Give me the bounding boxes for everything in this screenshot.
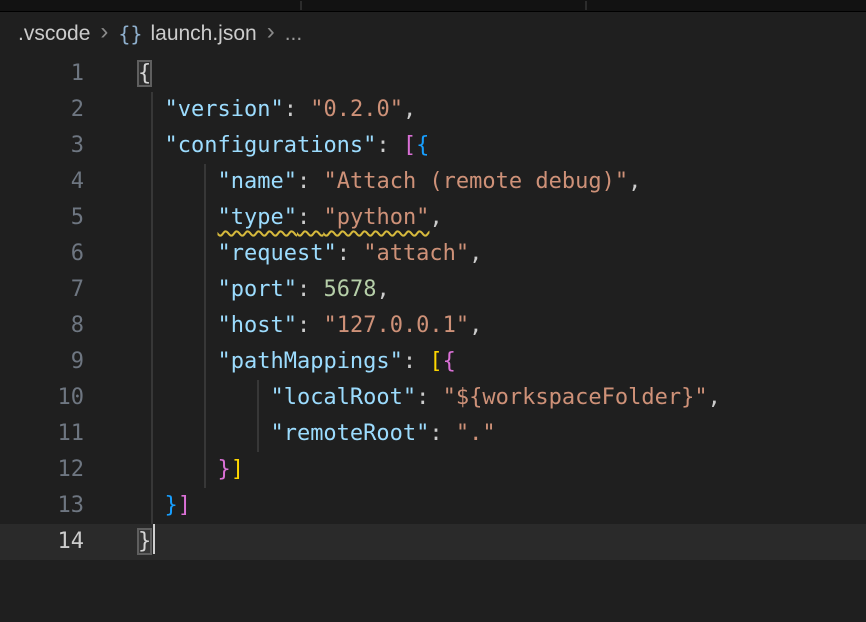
code-line[interactable]: } — [138, 524, 866, 560]
line-number[interactable]: 4 — [0, 164, 110, 200]
editor[interactable]: 1234567891011121314 { "version": "0.2.0"… — [0, 56, 866, 622]
code-token: "name" — [217, 169, 296, 194]
code-token: "version" — [165, 97, 284, 122]
line-number[interactable]: 11 — [0, 416, 110, 452]
code-token: [ — [403, 133, 416, 158]
code-line[interactable]: "host": "127.0.0.1", — [138, 308, 866, 344]
gutter[interactable]: 1234567891011121314 — [0, 56, 110, 560]
line-number[interactable]: 1 — [0, 56, 110, 92]
code-token: : — [297, 205, 324, 230]
code-token: : — [376, 133, 403, 158]
line-number[interactable]: 2 — [0, 92, 110, 128]
code-line[interactable]: "localRoot": "${workspaceFolder}", — [138, 380, 866, 416]
code-token: 5678 — [323, 277, 376, 302]
code-token: "Attach (remote debug)" — [323, 169, 628, 194]
code-token: : — [337, 241, 364, 266]
code-token: , — [403, 97, 416, 122]
code-line[interactable]: "configurations": [{ — [138, 128, 866, 164]
code-token: "attach" — [363, 241, 469, 266]
line-number[interactable]: 6 — [0, 236, 110, 272]
tab-bar-strip — [0, 0, 866, 12]
code-line[interactable]: "version": "0.2.0", — [138, 92, 866, 128]
code-token: ] — [178, 493, 191, 518]
code-token: "host" — [217, 313, 296, 338]
tab-separator — [585, 1, 587, 10]
code-token: , — [628, 169, 641, 194]
code-token: "." — [456, 421, 496, 446]
code-token: "127.0.0.1" — [323, 313, 469, 338]
line-number[interactable]: 14 — [0, 524, 110, 560]
line-number[interactable]: 13 — [0, 488, 110, 524]
code-column[interactable]: { "version": "0.2.0", "configurations": … — [138, 56, 866, 560]
code-token: } — [217, 457, 230, 482]
code-token: { — [416, 133, 429, 158]
code-line[interactable]: "type": "python", — [138, 200, 866, 236]
tab-separator — [300, 1, 302, 10]
chevron-right-icon: › — [265, 20, 277, 44]
code-token: , — [708, 385, 721, 410]
line-number[interactable]: 12 — [0, 452, 110, 488]
code-token: "localRoot" — [270, 385, 416, 410]
code-token: [ — [429, 349, 442, 374]
code-line[interactable]: "name": "Attach (remote debug)", — [138, 164, 866, 200]
code-token: : — [284, 97, 311, 122]
code-token: : — [416, 385, 443, 410]
line-number[interactable]: 3 — [0, 128, 110, 164]
code-token: { — [443, 349, 456, 374]
code-token: : — [297, 169, 324, 194]
breadcrumb-folder[interactable]: .vscode — [18, 22, 90, 46]
code-line[interactable]: "request": "attach", — [138, 236, 866, 272]
line-number[interactable]: 7 — [0, 272, 110, 308]
line-number[interactable]: 8 — [0, 308, 110, 344]
json-braces-icon: {} — [118, 22, 142, 46]
code-token: "type" — [217, 205, 296, 230]
code-line[interactable]: }] — [138, 488, 866, 524]
code-line[interactable]: { — [138, 56, 866, 92]
code-line[interactable]: "pathMappings": [{ — [138, 344, 866, 380]
code-token: , — [469, 241, 482, 266]
code-token: : — [429, 421, 456, 446]
code-token: : — [297, 313, 324, 338]
line-number[interactable]: 10 — [0, 380, 110, 416]
code-token: , — [469, 313, 482, 338]
code-token: "remoteRoot" — [270, 421, 429, 446]
text-cursor — [153, 524, 155, 554]
chevron-right-icon: › — [98, 20, 110, 44]
line-number[interactable]: 9 — [0, 344, 110, 380]
code-token: "request" — [217, 241, 336, 266]
code-token: "0.2.0" — [310, 97, 403, 122]
code-token: { — [138, 61, 151, 86]
code-token: "python" — [323, 205, 429, 230]
warning-squiggle: "type": "python" — [217, 205, 429, 230]
code-line[interactable]: "port": 5678, — [138, 272, 866, 308]
code-token: "port" — [217, 277, 296, 302]
code-token: : — [403, 349, 430, 374]
code-token: , — [429, 205, 442, 230]
breadcrumb-file[interactable]: launch.json — [150, 22, 256, 46]
breadcrumb-symbol-ellipsis[interactable]: ... — [285, 22, 303, 46]
code-line[interactable]: }] — [138, 452, 866, 488]
breadcrumb: .vscode › {} launch.json › ... — [0, 12, 866, 56]
code-token: } — [138, 529, 151, 554]
code-token: } — [165, 493, 178, 518]
code-token: : — [297, 277, 324, 302]
code-token: , — [376, 277, 389, 302]
code-token: ] — [231, 457, 244, 482]
code-line[interactable]: "remoteRoot": "." — [138, 416, 866, 452]
code-token: "configurations" — [165, 133, 377, 158]
code-token: "${workspaceFolder}" — [443, 385, 708, 410]
line-number[interactable]: 5 — [0, 200, 110, 236]
code-token: "pathMappings" — [217, 349, 402, 374]
